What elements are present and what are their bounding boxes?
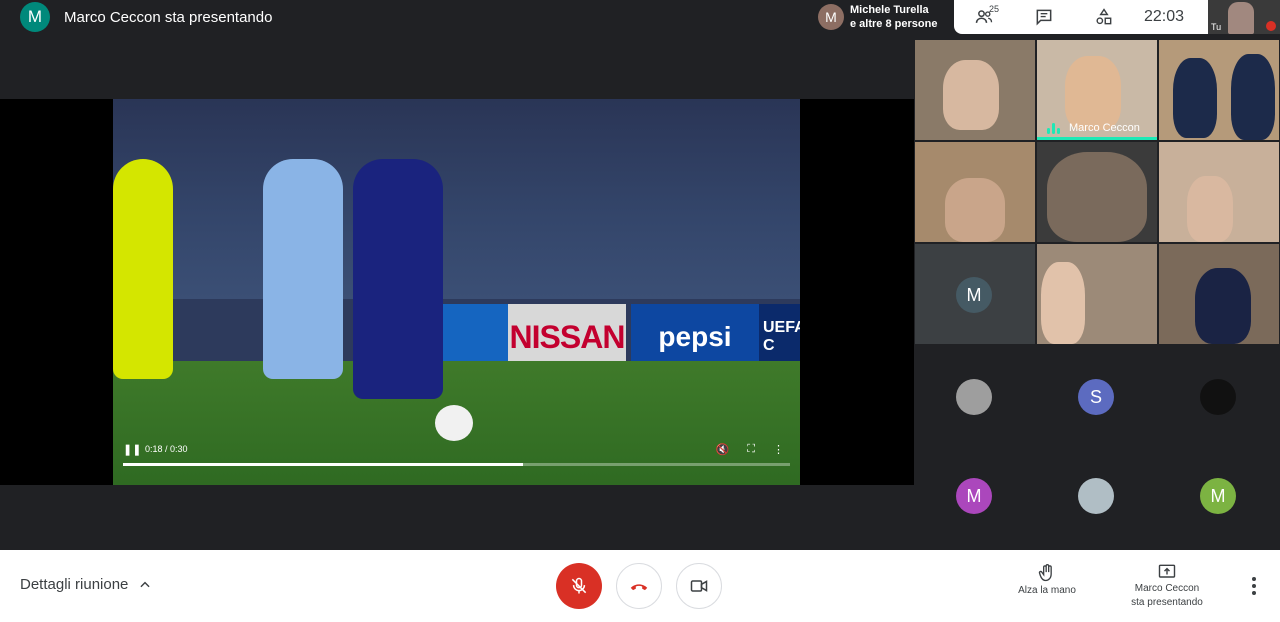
present-screen-icon (1158, 564, 1176, 578)
video-progress-fill (123, 463, 524, 466)
participant-tile-4[interactable] (915, 142, 1035, 242)
participant-avatar-3: M (956, 478, 992, 514)
mic-toggle-button[interactable] (556, 563, 602, 609)
meet-window: M Marco Ceccon sta presentando M Michele… (0, 0, 1280, 622)
raise-hand-label: Alza la mano (1018, 585, 1076, 596)
activities-icon (1096, 8, 1112, 25)
hang-up-button[interactable] (616, 563, 662, 609)
participants-chip[interactable]: M Michele Turella e altre 8 persone (812, 0, 954, 34)
top-panel: 25 22:03 (954, 0, 1208, 34)
participant-avatar-photo-1 (956, 379, 992, 415)
people-count: 25 (989, 4, 1000, 14)
mic-off-icon (571, 577, 587, 594)
participant-tile-8[interactable] (1037, 244, 1157, 344)
speaking-participant-name: Marco Ceccon (1069, 122, 1140, 134)
participant-avatar-photo-3 (1078, 478, 1114, 514)
speaking-icon (1047, 122, 1061, 134)
video-controls-row: ❚❚ 0:18 / 0:30 🔇 ⛶ ⋮ (123, 439, 790, 459)
video-time: 0:18 / 0:30 (145, 444, 188, 454)
speaking-indicator-bar (1037, 137, 1157, 140)
participant-tile-7[interactable]: M (915, 244, 1035, 344)
more-options-button[interactable] (1244, 576, 1264, 596)
referee (113, 159, 173, 379)
presenting-button[interactable]: Marco Ceccon sta presentando (1118, 562, 1216, 610)
football (435, 405, 473, 441)
activities-button[interactable] (1074, 0, 1134, 34)
chip-avatar: M (818, 4, 844, 30)
camera-toggle-button[interactable] (676, 563, 722, 609)
video-controls-right: 🔇 ⛶ ⋮ (716, 443, 790, 456)
player-dark-blue (353, 159, 443, 399)
participant-tile-5[interactable] (1037, 142, 1157, 242)
more-options-icon[interactable]: ⋮ (773, 443, 784, 456)
mic-off-icon (1266, 21, 1276, 31)
participant-avatar-2: S (1078, 379, 1114, 415)
participant-tile-11[interactable]: S (1037, 346, 1157, 446)
pause-icon[interactable]: ❚❚ (123, 443, 141, 456)
participant-tile-13[interactable]: M (915, 445, 1035, 545)
more-dot (1252, 591, 1256, 595)
phone-hangup-icon (630, 584, 648, 591)
chip-text: Michele Turella e altre 8 persone (850, 3, 937, 31)
meeting-details-button[interactable]: Dettagli riunione (20, 576, 152, 593)
chip-line2: e altre 8 persone (850, 18, 938, 30)
presenter-banner: M Marco Ceccon sta presentando (0, 0, 272, 34)
participant-tile-9[interactable] (1159, 244, 1279, 344)
participant-avatar-4: M (1200, 478, 1236, 514)
camera-icon (690, 580, 708, 592)
participant-tile-3[interactable] (1159, 40, 1279, 140)
video-stands (113, 99, 800, 299)
volume-mute-icon[interactable]: 🔇 (716, 443, 730, 456)
meeting-details-label: Dettagli riunione (20, 576, 129, 593)
self-label: Tu (1211, 22, 1222, 32)
chat-icon (1036, 9, 1052, 26)
fullscreen-icon[interactable]: ⛶ (747, 443, 755, 456)
participant-tile-10[interactable] (915, 346, 1035, 446)
presenter-avatar: M (20, 2, 50, 32)
participant-tile-speaking[interactable]: Marco Ceccon (1037, 40, 1157, 140)
video-progress-bar[interactable] (123, 463, 790, 466)
presenter-title: Marco Ceccon sta presentando (64, 8, 273, 26)
chat-button[interactable] (1014, 0, 1074, 34)
chip-line1: Michele Turella (850, 4, 929, 16)
more-dot (1252, 584, 1256, 588)
participant-tile-1[interactable] (915, 40, 1035, 140)
clock: 22:03 (1144, 8, 1185, 25)
participant-tile-14[interactable] (1037, 445, 1157, 545)
bottom-bar: Dettagli riunione Alza la mano Marco Cec… (0, 550, 1280, 622)
video-controls: ❚❚ 0:18 / 0:30 🔇 ⛶ ⋮ (123, 439, 790, 475)
hand-icon (1038, 564, 1052, 582)
presenting-line1: Marco Ceccon (1134, 583, 1200, 594)
raise-hand-button[interactable]: Alza la mano (1012, 562, 1082, 598)
presenting-line2: sta presentando (1131, 597, 1203, 608)
self-camera-feed (1228, 2, 1254, 34)
participant-tile-15[interactable]: M (1159, 445, 1279, 545)
chevron-up-icon (140, 581, 150, 587)
participant-tile-6[interactable] (1159, 142, 1279, 242)
participant-avatar-photo-2 (1200, 379, 1236, 415)
people-button[interactable]: 25 (954, 0, 1014, 34)
participant-avatar-1: M (956, 277, 992, 313)
shared-video[interactable]: NISSAN pepsi UEFA C ❚❚ 0:18 / 0:30 🔇 ⛶ ⋮ (113, 99, 800, 485)
self-view-tile[interactable]: Tu (1208, 0, 1280, 34)
presentation-stage: NISSAN pepsi UEFA C ❚❚ 0:18 / 0:30 🔇 ⛶ ⋮ (0, 99, 914, 485)
player-light-blue (263, 159, 343, 379)
participants-grid: Marco Ceccon M S M M (915, 40, 1280, 545)
participant-tile-12[interactable] (1159, 346, 1279, 446)
more-dot (1252, 577, 1256, 581)
